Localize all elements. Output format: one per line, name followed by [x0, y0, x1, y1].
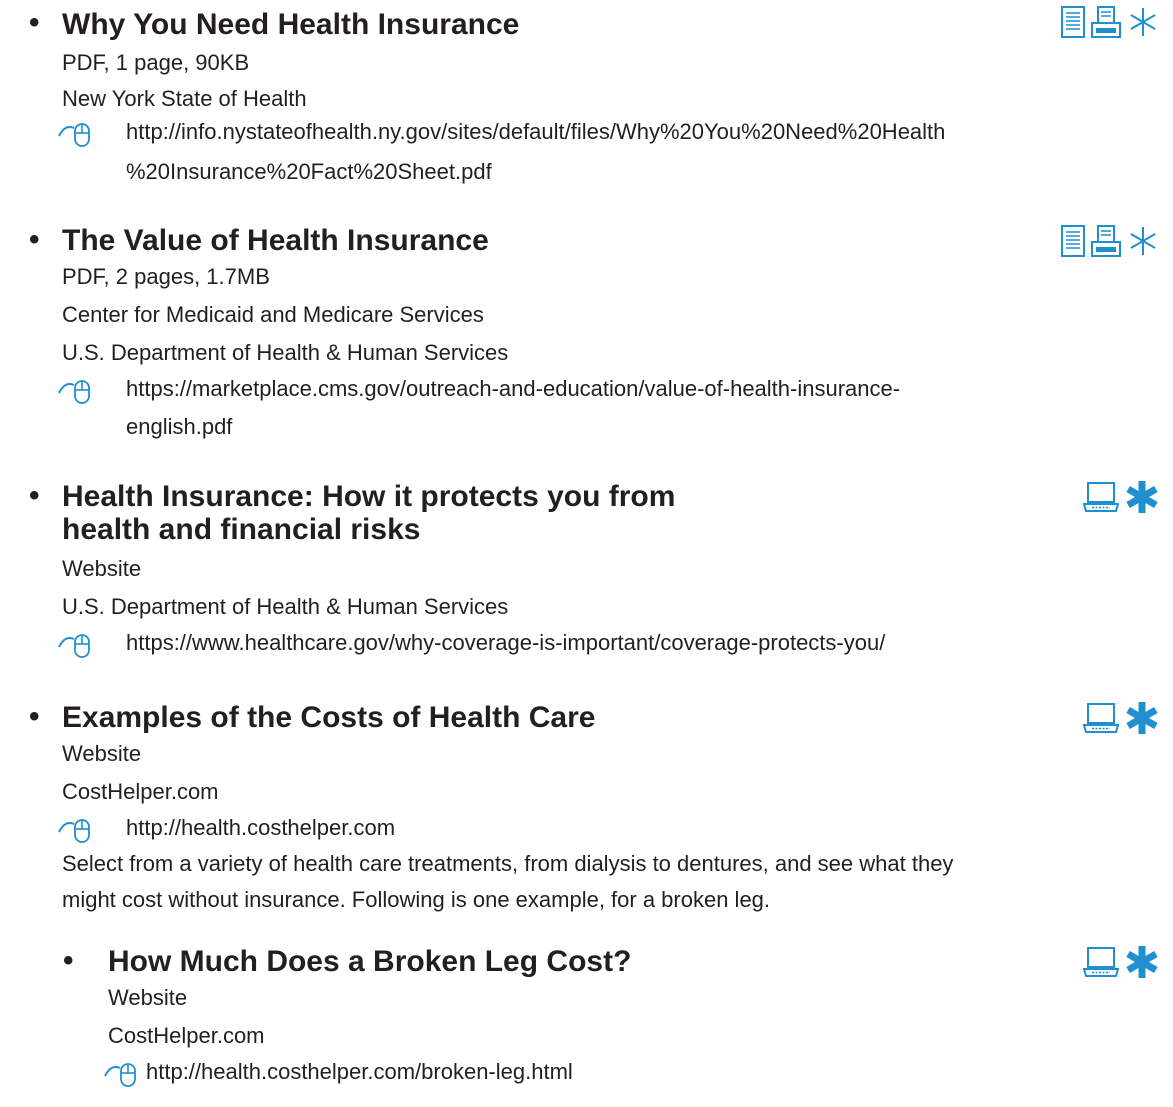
laptop-icon	[1083, 947, 1119, 977]
resource-publisher: CostHelper.com	[108, 1023, 265, 1048]
asterisk-solid-icon	[1126, 702, 1158, 734]
asterisk-outline-icon	[1130, 8, 1156, 36]
resource-icons	[1083, 944, 1159, 980]
laptop-icon	[1083, 482, 1119, 512]
printer-icon	[1091, 225, 1121, 257]
url-line[interactable]: http://health.costhelper.com	[126, 810, 1166, 846]
bullet: •	[29, 479, 40, 512]
laptop-icon	[1083, 703, 1119, 733]
url-line[interactable]: english.pdf	[126, 409, 1166, 445]
resource-format: Website	[108, 985, 188, 1010]
url-line[interactable]: http://info.nystateofhealth.ny.gov/sites…	[126, 114, 1166, 150]
resource-title: Health Insurance: How it protects you fr…	[62, 480, 762, 546]
resource-format: Website	[62, 741, 142, 766]
resource-publisher: New York State of Health	[62, 86, 307, 111]
resource-title: The Value of Health Insurance	[62, 224, 489, 257]
url-line[interactable]: http://health.costhelper.com/broken-leg.…	[146, 1054, 1046, 1090]
resource-format: PDF, 1 page, 90KB	[62, 50, 250, 75]
document-icon	[1061, 225, 1085, 257]
mouse-icon	[58, 819, 90, 843]
resource-publisher: U.S. Department of Health & Human Servic…	[62, 594, 509, 619]
mouse-icon	[58, 123, 90, 147]
resource-title: How Much Does a Broken Leg Cost?	[108, 945, 632, 978]
url-line[interactable]: %20Insurance%20Fact%20Sheet.pdf	[126, 154, 1166, 190]
resource-title: Examples of the Costs of Health Care	[62, 701, 596, 734]
mouse-icon	[58, 634, 90, 658]
mouse-icon	[104, 1063, 136, 1087]
asterisk-solid-icon	[1126, 481, 1158, 513]
title-line: Health Insurance: How it protects you fr…	[62, 480, 676, 513]
resource-format: Website	[62, 556, 142, 581]
bullet: •	[63, 944, 74, 977]
resource-publisher: U.S. Department of Health & Human Servic…	[62, 340, 509, 365]
resource-icons	[1083, 700, 1159, 736]
description-line: might cost without insurance. Following …	[62, 887, 771, 912]
resource-icons	[1061, 223, 1159, 259]
description-line: Select from a variety of health care tre…	[62, 851, 954, 876]
asterisk-outline-icon	[1130, 227, 1156, 255]
bullet: •	[29, 6, 40, 39]
resource-title: Why You Need Health Insurance	[62, 8, 520, 41]
resource-publisher: CostHelper.com	[62, 779, 219, 804]
title-line: health and financial risks	[62, 513, 421, 546]
resource-icons	[1061, 4, 1159, 40]
bullet: •	[29, 700, 40, 733]
url-line[interactable]: https://marketplace.cms.gov/outreach-and…	[126, 371, 1166, 407]
resource-description: Select from a variety of health care tre…	[62, 846, 1162, 918]
printer-icon	[1091, 6, 1121, 38]
resource-format: PDF, 2 pages, 1.7MB	[62, 264, 270, 289]
mouse-icon	[58, 380, 90, 404]
url-line[interactable]: https://www.healthcare.gov/why-coverage-…	[126, 625, 1166, 661]
asterisk-solid-icon	[1126, 946, 1158, 978]
resource-icons	[1083, 479, 1159, 515]
bullet: •	[29, 223, 40, 256]
document-icon	[1061, 6, 1085, 38]
resource-publisher: Center for Medicaid and Medicare Service…	[62, 302, 484, 327]
